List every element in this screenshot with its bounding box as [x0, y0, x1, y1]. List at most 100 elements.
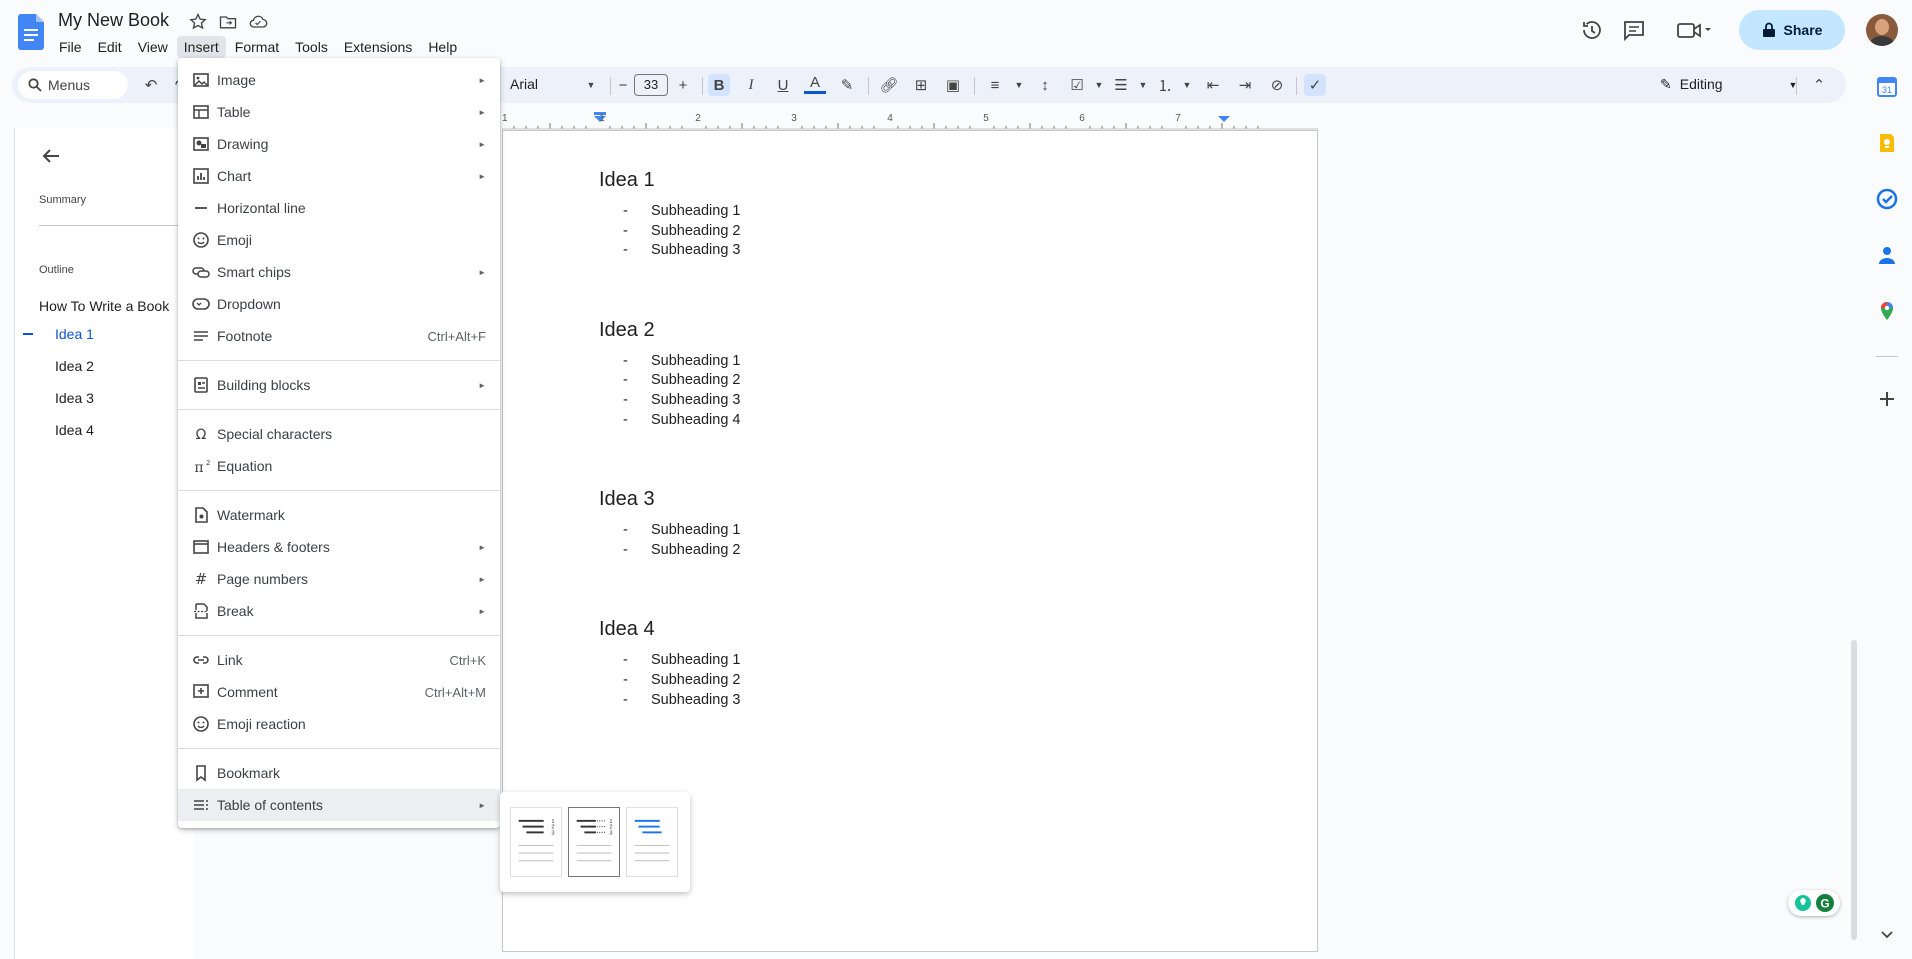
svg-text:3: 3 [551, 830, 554, 836]
toc-blue-links-option[interactable] [626, 807, 678, 877]
keep-icon[interactable] [1876, 132, 1898, 154]
menu-item-equation[interactable]: π2Equation [178, 450, 500, 482]
menu-item-dropdown[interactable]: Dropdown [178, 288, 500, 320]
docs-logo-icon[interactable] [18, 14, 44, 50]
submenu-arrow-icon: ► [478, 607, 486, 616]
contacts-icon[interactable] [1876, 244, 1898, 266]
decrease-indent-icon[interactable]: ⇤ [1202, 74, 1224, 96]
menu-item-comment[interactable]: CommentCtrl+Alt+M [178, 676, 500, 708]
menu-format[interactable]: Format [228, 36, 286, 58]
cloud-saved-icon[interactable] [248, 12, 268, 32]
calendar-icon[interactable]: 31 [1876, 76, 1898, 98]
menu-tools[interactable]: Tools [288, 36, 335, 58]
chevron-down-icon[interactable] [1879, 926, 1895, 942]
outline-item[interactable]: Idea 1 [55, 326, 94, 342]
menu-item-horizontal-line[interactable]: Horizontal line [178, 192, 500, 224]
version-history-icon[interactable] [1580, 18, 1604, 42]
menu-item-table[interactable]: Table► [178, 96, 500, 128]
menu-item-table-of-contents[interactable]: Table of contents► [178, 789, 500, 821]
spell-check-icon[interactable]: ✓ [1304, 74, 1326, 96]
menu-item-drawing[interactable]: Drawing► [178, 128, 500, 160]
star-icon[interactable] [188, 12, 208, 32]
numbered-list-icon[interactable]: ⒈ [1154, 74, 1176, 96]
menu-edit[interactable]: Edit [91, 36, 129, 58]
link-icon[interactable]: 🔗︎ [878, 74, 900, 96]
menu-view[interactable]: View [131, 36, 175, 58]
tasks-icon[interactable] [1876, 188, 1898, 210]
menu-item-headers-and-footers[interactable]: Headers & footers► [178, 531, 500, 563]
checklist-icon[interactable]: ☑ [1066, 74, 1088, 96]
menu-item-emoji[interactable]: Emoji [178, 224, 500, 256]
list-item: -Subheading 2 [623, 542, 741, 558]
bulleted-list-dropdown-icon[interactable]: ▼ [1132, 74, 1154, 96]
outline-item[interactable]: Idea 4 [55, 422, 94, 438]
break-icon [192, 602, 210, 620]
decrease-font-size-icon[interactable]: − [612, 74, 634, 96]
comments-icon[interactable] [1622, 18, 1646, 42]
menu-item-special-characters[interactable]: ΩSpecial characters [178, 418, 500, 450]
checklist-dropdown-icon[interactable]: ▼ [1088, 74, 1110, 96]
menu-file[interactable]: File [52, 36, 89, 58]
menus-search[interactable]: Menus [18, 71, 128, 99]
toc-plain-numbers-option[interactable]: 123 [510, 807, 562, 877]
menu-item-chart[interactable]: Chart► [178, 160, 500, 192]
menu-extensions[interactable]: Extensions [337, 36, 419, 58]
menu-item-label: Chart [217, 168, 251, 184]
text-color-icon[interactable]: A [804, 74, 826, 94]
meet-icon[interactable] [1676, 18, 1712, 42]
outline-item[interactable]: Idea 2 [55, 358, 94, 374]
editing-mode-select[interactable]: ✎ Editing ▼ [1660, 76, 1797, 94]
line-spacing-icon[interactable]: ↕ [1034, 74, 1056, 96]
italic-icon[interactable]: I [740, 74, 762, 96]
menu-item-watermark[interactable]: Watermark [178, 499, 500, 531]
insert-image-icon[interactable]: ▣ [942, 74, 964, 96]
menu-item-page-numbers[interactable]: #Page numbers► [178, 563, 500, 595]
increase-font-size-icon[interactable]: + [672, 74, 694, 96]
insert-menu: Image►Table►Drawing►Chart►Horizontal lin… [178, 58, 500, 828]
section-heading: Idea 1 [599, 169, 655, 192]
numbered-list-dropdown-icon[interactable]: ▼ [1176, 74, 1198, 96]
bulleted-list-icon[interactable]: ☰ [1110, 74, 1132, 96]
maps-icon[interactable] [1876, 300, 1898, 322]
font-family-select[interactable]: Arial [510, 76, 538, 92]
list-item: -Subheading 2 [623, 372, 741, 388]
menu-item-footnote[interactable]: FootnoteCtrl+Alt+F [178, 320, 500, 352]
menu-insert[interactable]: Insert [177, 36, 226, 58]
menu-item-emoji-reaction[interactable]: Emoji reaction [178, 708, 500, 740]
font-size-input[interactable]: 33 [634, 74, 668, 96]
menu-item-link[interactable]: LinkCtrl+K [178, 644, 500, 676]
align-icon[interactable]: ≡ [984, 74, 1006, 96]
ruler[interactable]: 11234567 [502, 112, 1318, 130]
font-dropdown-icon[interactable]: ▼ [580, 74, 602, 96]
grammarly-widget[interactable]: G [1788, 890, 1840, 916]
svg-text:3: 3 [609, 830, 612, 836]
increase-indent-icon[interactable]: ⇥ [1234, 74, 1256, 96]
collapse-toolbar-icon[interactable]: ⌃ [1808, 74, 1830, 96]
document-title[interactable]: My New Book [58, 10, 169, 31]
undo-icon[interactable]: ↶ [140, 74, 162, 96]
toc-dotted-leaders-option[interactable]: 123 [568, 807, 620, 877]
menu-item-bookmark[interactable]: Bookmark [178, 757, 500, 789]
menu-item-image[interactable]: Image► [178, 64, 500, 96]
align-dropdown-icon[interactable]: ▼ [1008, 74, 1030, 96]
move-folder-icon[interactable] [218, 12, 238, 32]
menu-help[interactable]: Help [421, 36, 464, 58]
clear-formatting-icon[interactable]: ⊘ [1266, 74, 1288, 96]
menu-item-smart-chips[interactable]: Smart chips► [178, 256, 500, 288]
underline-icon[interactable]: U [772, 74, 794, 96]
ruler-number: 6 [1079, 113, 1085, 124]
menu-item-building-blocks[interactable]: Building blocks► [178, 369, 500, 401]
list-item: -Subheading 3 [623, 242, 741, 258]
avatar[interactable] [1866, 14, 1898, 46]
add-comment-icon[interactable]: ⊞ [910, 74, 932, 96]
scrollbar[interactable] [1851, 640, 1857, 940]
pencil-icon: ✎ [1660, 76, 1672, 94]
outline-item[interactable]: Idea 3 [55, 390, 94, 406]
share-button[interactable]: Share [1739, 10, 1845, 50]
menu-item-break[interactable]: Break► [178, 595, 500, 627]
add-icon[interactable] [1876, 388, 1898, 410]
highlight-icon[interactable]: ✎ [836, 74, 858, 96]
bold-icon[interactable]: B [708, 74, 730, 96]
back-arrow-icon[interactable] [39, 144, 63, 168]
outline-heading[interactable]: How To Write a Book [39, 298, 169, 314]
